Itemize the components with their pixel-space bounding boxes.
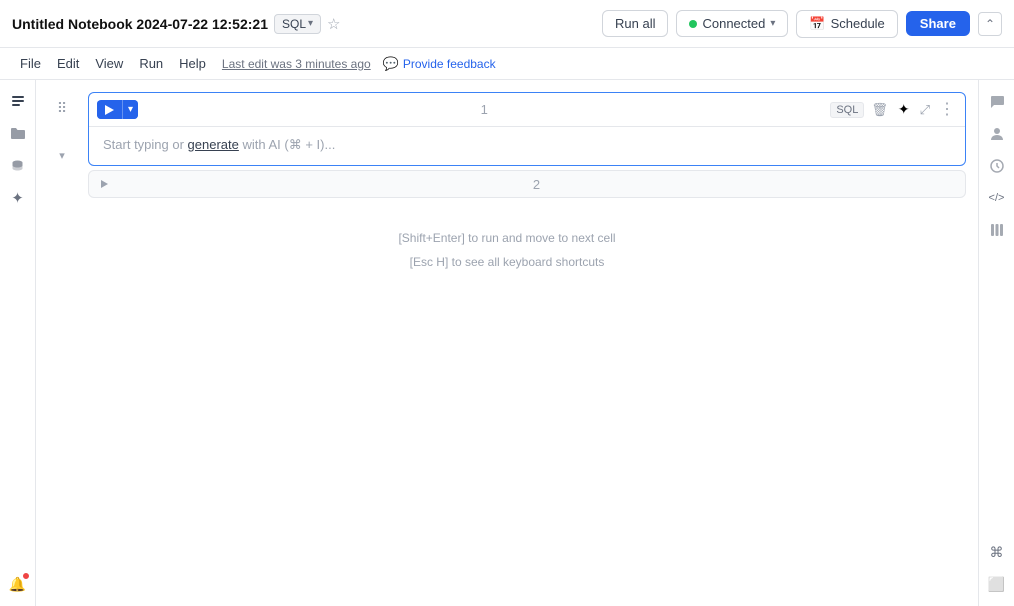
main-layout: ✦ 🔔 ⠿ ▾ ▾ 1 [0,80,1014,606]
topbar: Untitled Notebook 2024-07-22 12:52:21 SQ… [0,0,1014,48]
expand-button-1[interactable]: ⤢ [917,99,933,121]
title-section: Untitled Notebook 2024-07-22 12:52:21 SQ… [12,14,594,34]
calendar-icon: 📅 [809,16,825,32]
right-sidebar-icon-user[interactable] [983,120,1011,148]
connected-button[interactable]: Connected ▾ [676,10,788,37]
run-all-button[interactable]: Run all [602,10,668,37]
right-sidebar-icon-code[interactable]: </> [983,184,1011,212]
right-sidebar: </> ⌘ ⬜ [978,80,1014,606]
play-icon-2 [101,180,108,188]
hint-area: [Shift+Enter] to run and move to next ce… [36,202,978,298]
play-icon-1 [105,105,114,115]
cell-wrapper-2: 2 [36,170,978,198]
cell-toolbar-1: ▾ 1 SQL 🗑 ✦ ⤢ ⋮ [89,93,965,127]
top-actions: Run all Connected ▾ 📅 Schedule Share ⌃ [602,10,1002,38]
run-button-1[interactable] [97,101,122,119]
cell-content-1: ▾ 1 SQL 🗑 ✦ ⤢ ⋮ Start typing or generate… [88,92,966,166]
cell-number-2: 2 [116,177,957,192]
sidebar-icon-notebook[interactable] [4,88,32,116]
right-sidebar-icon-history[interactable] [983,152,1011,180]
connected-label: Connected [702,16,765,31]
share-button[interactable]: Share [906,11,970,36]
cell-toolbar-2: 2 [89,171,965,197]
feedback-link[interactable]: 💬 Provide feedback [383,56,496,72]
run-button-group-1: ▾ [97,100,138,119]
cell-gutter-2 [36,170,88,178]
schedule-label: Schedule [831,16,885,31]
placeholder-text-1: Start typing or generate with AI (⌘ + I)… [103,137,335,152]
sidebar-icon-notification[interactable]: 🔔 [4,570,32,598]
cell-content-2[interactable]: 2 [88,170,966,198]
menu-run[interactable]: Run [131,56,171,71]
right-sidebar-icon-library[interactable] [983,216,1011,244]
hint-line-1: [Shift+Enter] to run and move to next ce… [60,226,954,250]
hint-line-2: [Esc H] to see all keyboard shortcuts [60,250,954,274]
right-sidebar-icon-keyboard[interactable]: ⌘ [983,538,1011,566]
cell-body-1[interactable]: Start typing or generate with AI (⌘ + I)… [89,127,965,165]
collapse-button[interactable]: ⌃ [978,12,1002,36]
delete-button-1[interactable]: 🗑 [868,99,891,121]
right-sidebar-icon-comments[interactable] [983,88,1011,116]
star-icon[interactable]: ☆ [327,15,340,33]
sidebar-icon-folder[interactable] [4,120,32,148]
connected-chevron-icon: ▾ [770,18,775,29]
left-sidebar: ✦ 🔔 [0,80,36,606]
more-button-1[interactable]: ⋮ [937,102,957,118]
drag-handle-1[interactable]: ⠿ [57,100,67,117]
menu-file[interactable]: File [12,56,49,71]
last-edit-text: Last edit was 3 minutes ago [222,57,371,71]
notebook-area: ⠿ ▾ ▾ 1 SQL 🗑 ✦ ⤢ ⋮ [36,80,978,606]
menu-view[interactable]: View [87,56,131,71]
sidebar-icon-ai[interactable]: ✦ [4,184,32,212]
menu-help[interactable]: Help [171,56,214,71]
run-dropdown-1[interactable]: ▾ [122,100,138,119]
schedule-button[interactable]: 📅 Schedule [796,10,897,38]
notebook-title: Untitled Notebook 2024-07-22 12:52:21 [12,16,268,32]
menubar: File Edit View Run Help Last edit was 3 … [0,48,1014,80]
sql-badge-label: SQL [282,17,306,31]
run-button-inactive-2[interactable] [97,176,112,192]
sidebar-icon-database[interactable] [4,152,32,180]
connected-dot [689,20,697,28]
cell-wrapper-1: ⠿ ▾ ▾ 1 SQL 🗑 ✦ ⤢ ⋮ [36,92,978,166]
collapse-arrow-1[interactable]: ▾ [59,149,65,162]
cell-type-badge-1: SQL [830,102,864,118]
cell-number-1: 1 [142,102,826,117]
generate-link[interactable]: generate [188,137,239,152]
right-sidebar-bottom: ⌘ ⬜ [983,538,1011,606]
sql-badge[interactable]: SQL ▾ [274,14,321,34]
chevron-down-icon: ▾ [308,18,313,29]
cell-gutter-1: ⠿ ▾ [36,92,88,162]
menu-edit[interactable]: Edit [49,56,87,71]
sparkle-button-1[interactable]: ✦ [895,98,913,121]
right-sidebar-icon-layout[interactable]: ⬜ [983,570,1011,598]
left-sidebar-bottom: 🔔 [4,570,32,606]
feedback-label: Provide feedback [403,57,496,71]
chat-bubble-icon: 💬 [383,56,399,72]
